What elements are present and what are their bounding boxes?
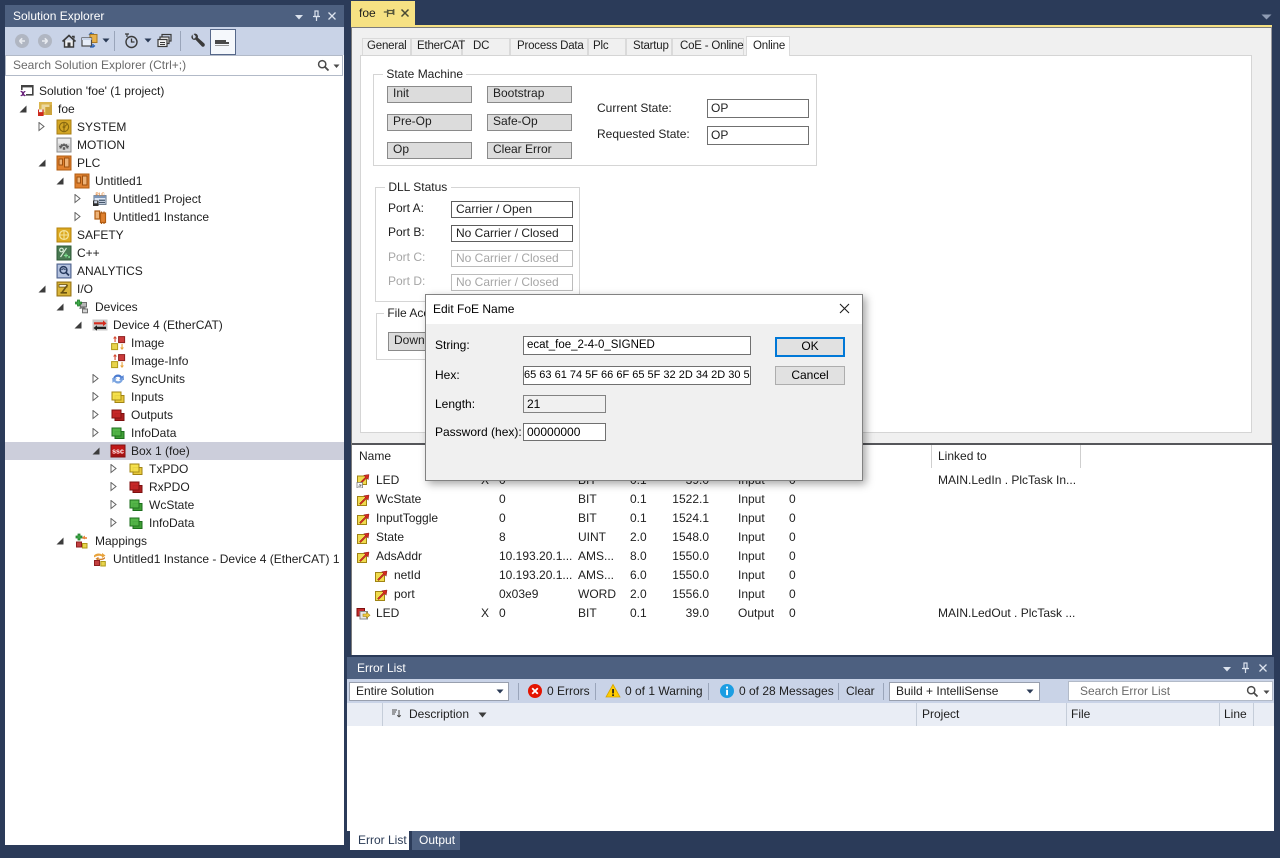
svg-text:PLC: PLC [96, 191, 106, 196]
